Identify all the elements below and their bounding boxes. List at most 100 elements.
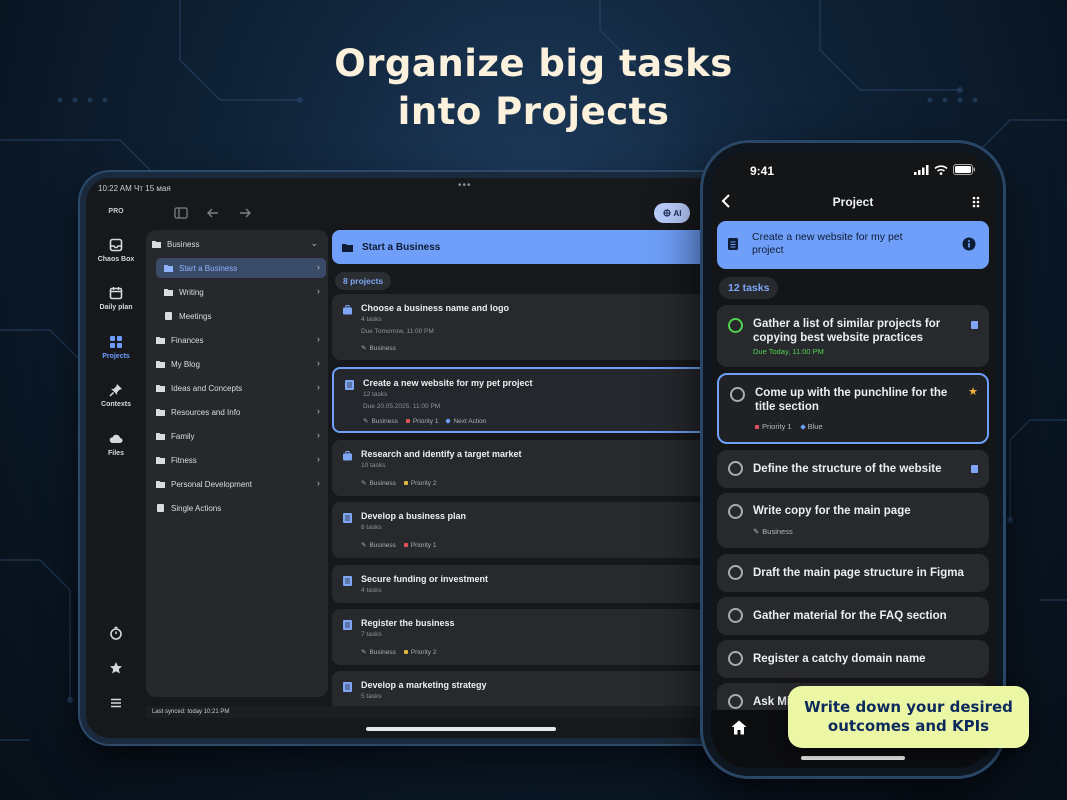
rail-item-contexts[interactable]: Contexts: [86, 383, 146, 408]
task-checkbox[interactable]: [728, 318, 743, 333]
folder-ideas-and-concepts[interactable]: Ideas and Concepts ›: [156, 378, 326, 398]
headline-line-1: Organize big tasks: [334, 42, 733, 85]
star-icon[interactable]: ★: [968, 385, 978, 398]
folder-icon: [156, 433, 165, 440]
task-checkbox[interactable]: [728, 694, 743, 709]
pin-icon: ✎: [363, 418, 369, 425]
task-checkbox[interactable]: [728, 504, 743, 519]
timer-button[interactable]: [86, 626, 146, 645]
task-item[interactable]: Gather material for the FAQ section: [717, 597, 989, 635]
rail-item-chaos-box[interactable]: Chaos Box: [86, 238, 146, 263]
project-folder-title: Start a Business: [362, 241, 441, 253]
priority-flag-icon: [403, 543, 408, 547]
pin-icon: ✎: [753, 527, 760, 536]
phone-home-indicator[interactable]: [801, 756, 905, 760]
tablet-toolbar: AI: [146, 196, 774, 230]
task-item-selected[interactable]: Come up with the punchline for the title…: [717, 373, 989, 444]
tag-context: ✎ Business: [363, 417, 398, 426]
folder-icon: [156, 385, 165, 392]
phone-nav-bar: Project: [711, 191, 995, 215]
tag-priority: Priority 1: [755, 422, 792, 431]
folder-single-actions[interactable]: Single Actions: [156, 498, 326, 518]
folder-writing[interactable]: Writing ›: [164, 282, 326, 302]
phone-status-icons: [914, 164, 975, 175]
phone-project-title: Create a new website for my pet project: [752, 231, 903, 256]
rail-label: Daily plan: [99, 304, 133, 311]
folder-meetings[interactable]: Meetings: [164, 306, 326, 326]
phone-screen: 9:41 Project Create a new website for my…: [711, 151, 995, 768]
document-icon: [345, 380, 354, 390]
chevron-right-icon: ›: [317, 430, 320, 440]
project-task-count: 12 tasks: [363, 391, 388, 398]
tag-label: Business: [369, 541, 396, 549]
folder-label: Resources and Info: [171, 407, 241, 417]
project-task-count: 5 tasks: [361, 693, 382, 700]
project-task-count: 4 tasks: [361, 316, 382, 323]
multitask-dots-icon[interactable]: •••: [458, 180, 472, 191]
task-title: Define the structure of the website: [753, 463, 942, 475]
project-title: Research and identify a target market: [361, 449, 522, 459]
task-checkbox[interactable]: [728, 608, 743, 623]
back-arrow-icon[interactable]: [206, 206, 220, 220]
task-item[interactable]: Write copy for the main page ✎ Business: [717, 493, 989, 548]
tag-label: Priority 1: [412, 417, 439, 425]
phone-project-header[interactable]: Create a new website for my pet project: [717, 221, 989, 269]
sidebar-toggle-icon[interactable]: [174, 206, 188, 220]
folder-finances[interactable]: Finances ›: [156, 330, 326, 350]
list-icon: [157, 504, 164, 512]
folder-business[interactable]: Business ⌄: [152, 234, 324, 254]
callout-line-2: outcomes and KPIs: [827, 717, 990, 735]
project-title: Register the business: [361, 618, 455, 628]
tag-label: Business: [369, 479, 396, 487]
folder-my-blog[interactable]: My Blog ›: [156, 354, 326, 374]
ai-button[interactable]: AI: [654, 203, 690, 223]
more-grid-icon[interactable]: [972, 196, 980, 208]
task-checkbox[interactable]: [728, 651, 743, 666]
rail-item-daily-plan[interactable]: Daily plan: [86, 286, 146, 311]
tablet-status-time: 10:22 AM Чт 15 мая: [98, 184, 171, 193]
folder-family[interactable]: Family ›: [156, 426, 326, 446]
tablet-home-indicator[interactable]: [366, 727, 556, 731]
tag-label: Next Action: [453, 417, 487, 425]
document-icon: [343, 576, 352, 586]
task-item[interactable]: Register a catchy domain name: [717, 640, 989, 678]
sync-status: Last synced: today 10:21 PM: [146, 706, 774, 718]
forward-arrow-icon[interactable]: [238, 206, 252, 220]
ai-label: AI: [673, 208, 682, 218]
task-title: Gather a list of similar projects for co…: [753, 318, 941, 344]
rail-item-files[interactable]: Files: [86, 432, 146, 457]
signal-icon: [914, 164, 929, 175]
note-icon: [971, 465, 978, 473]
task-checkbox[interactable]: [728, 565, 743, 580]
chevron-right-icon: ›: [317, 262, 320, 272]
project-due: Due Tomorrow, 11:00 PM: [361, 328, 434, 335]
folder-resources-and-info[interactable]: Resources and Info ›: [156, 402, 326, 422]
task-title: Gather material for the FAQ section: [753, 610, 947, 622]
task-item[interactable]: Draft the main page structure in Figma: [717, 554, 989, 592]
tag-context: ✎ Business: [753, 527, 793, 536]
document-icon: [343, 620, 352, 630]
task-item[interactable]: Define the structure of the website: [717, 450, 989, 488]
folder-start-a-business[interactable]: Start a Business ›: [156, 258, 326, 278]
task-item[interactable]: Gather a list of similar projects for co…: [717, 305, 989, 367]
document-icon: [343, 513, 352, 523]
folder-list: Business ⌄ Start a Business › Writing › …: [146, 230, 328, 697]
rail-item-projects[interactable]: Projects: [86, 335, 146, 360]
project-task-count: 6 tasks: [361, 524, 382, 531]
folder-personal-development[interactable]: Personal Development ›: [156, 474, 326, 494]
task-checkbox[interactable]: [728, 461, 743, 476]
task-title: Draft the main page structure in Figma: [753, 567, 964, 579]
folder-label: Business: [167, 239, 200, 249]
pin-icon: [109, 384, 122, 397]
tag-label: Priority 2: [410, 648, 437, 656]
folder-fitness[interactable]: Fitness ›: [156, 450, 326, 470]
info-icon[interactable]: [962, 237, 976, 251]
rail-label: Contexts: [101, 401, 131, 408]
favorites-button[interactable]: [86, 661, 146, 680]
wifi-icon: [934, 164, 948, 175]
home-icon[interactable]: [731, 720, 747, 735]
menu-button[interactable]: [86, 696, 146, 715]
diamond-icon: [799, 423, 806, 430]
tag-priority: Priority 2: [403, 648, 437, 656]
task-checkbox[interactable]: [730, 387, 745, 402]
